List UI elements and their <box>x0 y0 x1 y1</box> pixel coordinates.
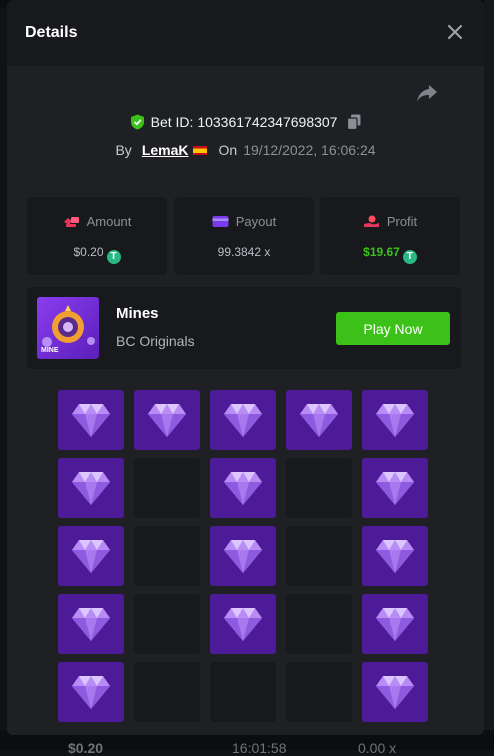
bet-stats: Amount $0.20 T Payout 99.3842 x Profit $1… <box>27 197 461 275</box>
game-name: Mines <box>116 305 159 322</box>
modal-header: Details <box>7 0 484 66</box>
background-amount: $0.20 <box>68 740 104 756</box>
amount-card: Amount $0.20 T <box>27 197 167 275</box>
on-label: On <box>218 142 238 158</box>
verified-shield-icon <box>130 114 145 133</box>
board-tile-gem <box>362 594 428 654</box>
amount-label-row: Amount <box>27 214 167 229</box>
profit-label-row: Profit <box>320 214 460 229</box>
board-tile-gem <box>362 458 428 518</box>
board-tile-gem <box>210 458 276 518</box>
background-payout: 0.00 x <box>358 740 397 756</box>
profit-icon <box>363 215 379 227</box>
board-tile-gem <box>210 390 276 450</box>
copy-icon[interactable] <box>347 114 361 133</box>
board-tile-empty <box>210 662 276 722</box>
thumbnail-label: MINE <box>41 347 59 354</box>
board-tile-gem <box>362 390 428 450</box>
board-tile-gem <box>58 458 124 518</box>
profit-value-row: $19.67 T <box>320 245 460 264</box>
close-icon[interactable] <box>443 20 467 44</box>
bet-id-line: Bet ID: 103361742347698307 <box>7 114 484 133</box>
board-tile-empty <box>134 662 200 722</box>
username-link[interactable]: LemaK <box>142 142 189 158</box>
payout-card: Payout 99.3842 x <box>174 197 314 275</box>
share-icon[interactable] <box>415 82 439 104</box>
board-tile-gem <box>362 662 428 722</box>
amount-value: $0.20 <box>73 245 104 259</box>
board-tile-gem <box>58 662 124 722</box>
board-tile-gem <box>58 594 124 654</box>
board-tile-empty <box>286 594 352 654</box>
mines-game-thumbnail[interactable]: MINE <box>37 297 99 359</box>
bet-id-value: 103361742347698307 <box>197 114 338 130</box>
mines-board <box>58 390 428 722</box>
profit-value: $19.67 <box>363 245 400 259</box>
amount-icon <box>63 217 79 227</box>
board-tile-gem <box>134 390 200 450</box>
bet-author-line: By LemaK On 19/12/2022, 16:06:24 <box>7 142 484 158</box>
payout-label: Payout <box>235 214 277 229</box>
game-provider: BC Originals <box>116 333 195 349</box>
board-tile-gem <box>286 390 352 450</box>
board-tile-gem <box>210 594 276 654</box>
game-card: MINE Mines BC Originals Play Now <box>27 287 461 369</box>
amount-label: Amount <box>86 214 132 229</box>
coin-icon: T <box>402 250 417 264</box>
board-tile-empty <box>286 662 352 722</box>
amount-value-row: $0.20 T <box>27 245 167 264</box>
bet-details-modal: Details Bet ID: 103361742347698307 By Lem… <box>7 0 484 735</box>
payout-label-row: Payout <box>174 214 314 229</box>
board-tile-empty <box>134 594 200 654</box>
board-tile-gem <box>58 390 124 450</box>
profit-card: Profit $19.67 T <box>320 197 460 275</box>
modal-title: Details <box>25 24 78 41</box>
board-tile-empty <box>286 458 352 518</box>
board-tile-empty <box>134 458 200 518</box>
board-tile-gem <box>58 526 124 586</box>
bet-id-label: Bet ID: <box>150 114 194 130</box>
payout-value: 99.3842 x <box>217 245 271 259</box>
coin-icon: T <box>106 250 121 264</box>
bet-datetime: 19/12/2022, 16:06:24 <box>243 142 376 158</box>
profit-label: Profit <box>386 214 418 229</box>
by-label: By <box>115 142 132 158</box>
spain-flag-icon <box>192 146 207 155</box>
board-tile-gem <box>210 526 276 586</box>
board-tile-empty <box>134 526 200 586</box>
board-tile-empty <box>286 526 352 586</box>
payout-icon <box>212 216 229 227</box>
background-right-strip <box>484 0 494 750</box>
board-tile-gem <box>362 526 428 586</box>
play-now-button[interactable]: Play Now <box>336 312 450 345</box>
background-time: 16:01:58 <box>232 740 287 756</box>
